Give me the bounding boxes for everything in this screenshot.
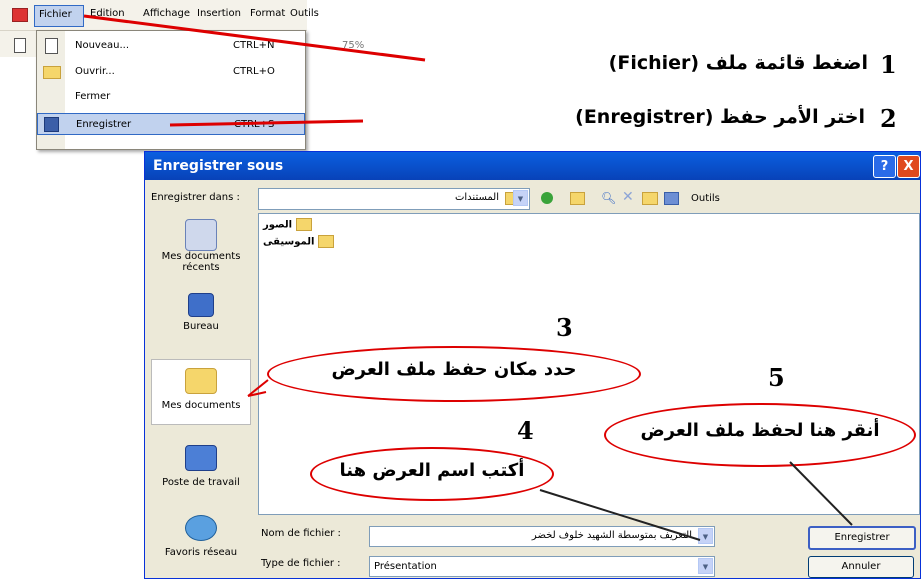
step-3-number: 3 [556, 313, 573, 342]
step-1-text: اضغط قائمة ملف (Fichier) [608, 52, 868, 74]
back-icon[interactable] [541, 192, 553, 204]
chevron-down-icon[interactable]: ▼ [698, 528, 713, 544]
menu-edition[interactable]: Edition [90, 8, 125, 19]
menu-insertion[interactable]: Insertion [197, 8, 241, 19]
app-icon [12, 8, 28, 22]
my-documents-icon [185, 368, 217, 394]
views-icon[interactable] [664, 192, 679, 205]
step-2-number: 2 [880, 104, 897, 133]
recent-documents-icon [185, 219, 217, 251]
step-5-callout: أنقر هنا لحفظ ملف العرض [604, 403, 916, 467]
zoom-value[interactable]: 75% [342, 40, 364, 51]
my-computer-icon [185, 445, 217, 471]
menu-format[interactable]: Format [250, 8, 285, 19]
save-in-dropdown[interactable]: المستندات ▼ [258, 188, 530, 210]
step-3-callout: حدد مكان حفظ ملف العرض [267, 346, 641, 402]
step-4-number: 4 [517, 416, 534, 445]
step-4-callout: أكتب اسم العرض هنا [310, 447, 554, 501]
cancel-button[interactable]: Annuler [808, 556, 914, 578]
filetype-select[interactable]: Présentation ▼ [369, 556, 715, 577]
up-folder-icon[interactable] [570, 192, 585, 205]
places-bar: Mes documents récents Bureau Mes documen… [151, 213, 251, 577]
chevron-down-icon[interactable]: ▼ [698, 558, 713, 574]
filename-input[interactable]: التعريف بمتوسطة الشهيد خلوف لخضر ▼ [369, 526, 715, 547]
menu-fichier[interactable]: Fichier [34, 5, 84, 27]
folder-item[interactable]: الموسيقى [263, 235, 334, 248]
folder-icon [295, 218, 312, 231]
new-icon [45, 38, 58, 54]
filetype-label: Type de fichier : [261, 558, 341, 569]
menu-bar: Fichier Edition Affichage Insertion Form… [0, 0, 319, 31]
floppy-disk-icon [44, 117, 59, 132]
chevron-down-icon[interactable]: ▼ [513, 190, 528, 206]
menu-item-new[interactable]: Nouveau... CTRL+N [37, 35, 305, 57]
desktop-icon [188, 293, 214, 317]
delete-icon[interactable]: ✕ [622, 189, 634, 205]
save-button[interactable]: Enregistrer [808, 526, 916, 550]
tools-menu[interactable]: Outils [691, 193, 720, 204]
place-desktop[interactable]: Bureau [151, 293, 251, 332]
close-button[interactable]: X [897, 155, 920, 178]
dialog-titlebar: Enregistrer sous ? X [145, 152, 920, 180]
save-in-label: Enregistrer dans : [151, 192, 240, 203]
folder-item[interactable]: الصور [263, 218, 312, 231]
search-icon[interactable]: 🔍︎ [601, 191, 616, 205]
menu-outils[interactable]: Outils [290, 8, 319, 19]
dialog-title: Enregistrer sous [153, 158, 284, 174]
help-button[interactable]: ? [873, 155, 896, 178]
step-2-text: اختر الأمر حفظ (Enregistrer) [575, 106, 865, 128]
filename-label: Nom de fichier : [261, 528, 341, 539]
menu-item-close[interactable]: Fermer [37, 86, 305, 108]
place-recent[interactable]: Mes documents récents [151, 219, 251, 273]
menu-item-save[interactable]: Enregistrer CTRL+S [37, 113, 305, 135]
step-5-number: 5 [768, 363, 785, 392]
new-folder-icon[interactable] [642, 192, 658, 205]
file-menu-dropdown: Nouveau... CTRL+N Ouvrir... CTRL+O Ferme… [36, 30, 306, 150]
step-1-number: 1 [880, 50, 897, 79]
place-network[interactable]: Favoris réseau [151, 515, 251, 558]
new-doc-icon[interactable] [14, 38, 26, 53]
network-places-icon [185, 515, 217, 541]
folder-icon [317, 235, 334, 248]
open-folder-icon [43, 66, 61, 79]
place-my-computer[interactable]: Poste de travail [151, 445, 251, 488]
menu-item-open[interactable]: Ouvrir... CTRL+O [37, 61, 305, 83]
place-my-documents[interactable]: Mes documents [151, 359, 251, 425]
toolbar [0, 31, 40, 57]
menu-affichage[interactable]: Affichage [143, 8, 190, 19]
